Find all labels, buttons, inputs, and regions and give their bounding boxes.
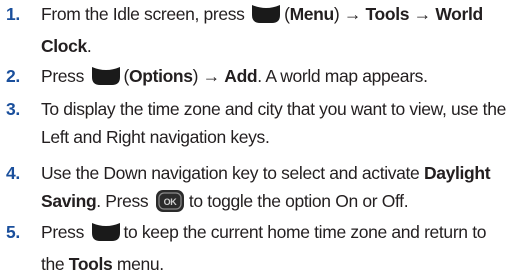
step-text-segment: to toggle the option On or Off. — [188, 191, 409, 211]
instruction-steps: 1. From the Idle screen, press (Menu) → … — [0, 0, 530, 274]
step-number: 2. — [6, 66, 20, 86]
right-soft-key-icon — [91, 222, 121, 250]
step-number: 5. — [6, 222, 20, 242]
step-text-segment: From the Idle screen, press — [41, 4, 245, 24]
step-text-segment: ) → — [333, 4, 366, 24]
step-text-segment: . — [86, 36, 92, 56]
step-text-segment: menu. — [112, 254, 164, 274]
step-text-segment: Press — [41, 222, 84, 242]
options-label: Options — [128, 66, 193, 86]
menu-label: Menu — [289, 4, 335, 24]
left-soft-key-icon — [251, 4, 281, 32]
step-text-segment: To display the time zone and city that y… — [41, 99, 506, 119]
step-text: Press (Options) → Add. A world map appea… — [41, 62, 528, 94]
step-text-segment: . A world map appears. — [257, 66, 428, 86]
saving-label: Saving — [41, 191, 97, 211]
step-text: Use the Down navigation key to select an… — [41, 159, 528, 221]
step-number: 3. — [6, 99, 20, 119]
step-text: Press to keep the current home time zone… — [41, 218, 528, 278]
step-text-segment: the — [41, 254, 69, 274]
step-number: 1. — [6, 4, 20, 24]
left-soft-key-icon — [91, 66, 121, 94]
step-text-segment: Use the Down navigation key to select an… — [41, 163, 424, 183]
step-text: From the Idle screen, press (Menu) → Too… — [41, 0, 528, 60]
daylight-label: Daylight — [423, 163, 491, 183]
add-label: Add — [224, 66, 258, 86]
tools-label: Tools — [68, 254, 113, 274]
step-text-segment: ) → — [192, 66, 225, 86]
step-text-segment: Left and Right navigation keys. — [41, 127, 270, 147]
step-text-segment: → — [409, 4, 436, 24]
clock-label: Clock — [41, 36, 87, 56]
step-text-segment: to keep the current home time zone and r… — [123, 222, 487, 242]
world-label: World — [435, 4, 483, 24]
tools-label: Tools — [365, 4, 410, 24]
step-text: To display the time zone and city that y… — [41, 95, 528, 151]
step-number: 4. — [6, 163, 20, 183]
step-text-segment: . Press — [96, 191, 149, 211]
ok-key-icon: OK — [155, 189, 185, 221]
ok-key-label: OK — [163, 197, 177, 207]
step-text-segment: Press — [41, 66, 84, 86]
